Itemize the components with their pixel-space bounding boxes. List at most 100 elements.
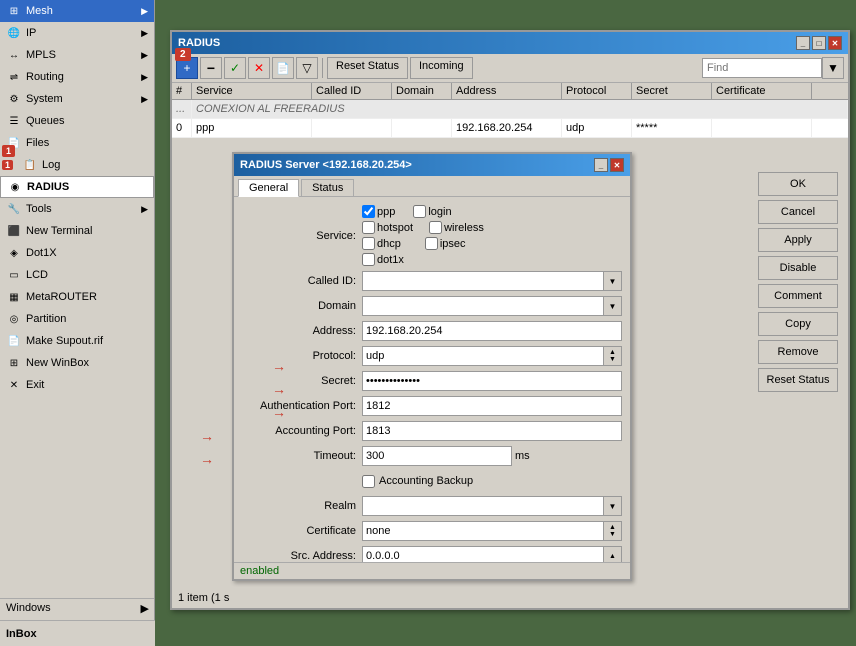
comment-button[interactable]: Comment xyxy=(758,284,838,308)
metarouter-icon: ▦ xyxy=(6,289,22,305)
called-id-input[interactable] xyxy=(362,271,604,291)
mesh-icon: ⊞ xyxy=(6,3,22,19)
dot1x-checkbox[interactable] xyxy=(362,253,375,266)
sidebar-item-exit[interactable]: ✕ Exit xyxy=(0,374,154,396)
sidebar-item-new-terminal[interactable]: ⬛ New Terminal xyxy=(0,220,154,242)
domain-dropdown-btn[interactable]: ▼ xyxy=(604,296,622,316)
sidebar-item-metarouter[interactable]: ▦ MetaROUTER xyxy=(0,286,154,308)
auth-port-input[interactable] xyxy=(362,396,622,416)
tab-status[interactable]: Status xyxy=(301,179,354,196)
find-dropdown-btn[interactable]: ▼ xyxy=(822,57,844,79)
login-label: login xyxy=(428,206,451,218)
inner-titlebar-controls: _ ✕ xyxy=(594,158,624,172)
domain-input[interactable] xyxy=(362,296,604,316)
sidebar-item-new-winbox[interactable]: ⊞ New WinBox xyxy=(0,352,154,374)
sidebar-item-tools[interactable]: 🔧 Tools ▶ xyxy=(0,198,154,220)
close-button[interactable]: ✕ xyxy=(828,36,842,50)
service-row: Service: ppp login xyxy=(242,205,622,266)
reset-status-action-button[interactable]: Reset Status xyxy=(758,368,838,392)
protocol-updown-btn[interactable]: ▲ ▼ xyxy=(604,346,622,366)
realm-input[interactable] xyxy=(362,496,604,516)
remove-action-button[interactable]: Remove xyxy=(758,340,838,364)
tab-general[interactable]: General xyxy=(238,179,299,197)
sidebar-item-radius[interactable]: ◉ RADIUS xyxy=(0,176,154,198)
timeout-input[interactable] xyxy=(362,446,512,466)
check-button[interactable]: ✓ xyxy=(224,57,246,79)
copy-button[interactable]: Copy xyxy=(758,312,838,336)
sidebar-item-mpls[interactable]: ↔ MPLS ▶ xyxy=(0,44,154,66)
acct-port-input[interactable] xyxy=(362,421,622,441)
timeout-unit: ms xyxy=(515,450,530,462)
sidebar-item-queues[interactable]: ☰ Queues xyxy=(0,110,154,132)
windows-arrow-icon: ▶ xyxy=(141,602,149,615)
table-header: # Service Called ID Domain Address Proto… xyxy=(172,83,848,100)
side-action-buttons: OK Cancel Apply Disable Comment Copy Rem… xyxy=(758,172,838,392)
inner-minimize-btn[interactable]: _ xyxy=(594,158,608,172)
col-header-address: Address xyxy=(452,83,562,99)
called-id-dropdown-btn[interactable]: ▼ xyxy=(604,271,622,291)
col-header-num: # xyxy=(172,83,192,99)
realm-dropdown-btn[interactable]: ▼ xyxy=(604,496,622,516)
ppp-checkbox[interactable] xyxy=(362,205,375,218)
ok-button[interactable]: OK xyxy=(758,172,838,196)
address-input[interactable] xyxy=(362,321,622,341)
acct-backup-checkbox[interactable] xyxy=(362,475,375,488)
supout-icon: 📄 xyxy=(6,333,22,349)
sidebar-item-routing[interactable]: ⇌ Routing ▶ xyxy=(0,66,154,88)
acct-backup-row: Accounting Backup xyxy=(242,471,622,491)
reset-status-button[interactable]: Reset Status xyxy=(327,57,408,79)
chevron-right-icon: ▶ xyxy=(141,50,148,61)
server-dialog-titlebar: RADIUS Server <192.168.20.254> _ ✕ xyxy=(234,154,630,176)
inbox-tab[interactable]: InBox xyxy=(0,620,155,646)
acct-backup-checkbox-wrapper: Accounting Backup xyxy=(362,475,473,488)
sidebar-item-log[interactable]: 1 📋 Log xyxy=(0,154,154,176)
called-id-row: Called ID: ▼ xyxy=(242,271,622,291)
dhcp-checkbox[interactable] xyxy=(362,237,375,250)
cancel-button[interactable]: Cancel xyxy=(758,200,838,224)
ipsec-checkbox[interactable] xyxy=(425,237,438,250)
wireless-label: wireless xyxy=(444,222,484,234)
cross-button[interactable]: ✕ xyxy=(248,57,270,79)
chevron-right-icon: ▶ xyxy=(141,28,148,39)
hotspot-checkbox[interactable] xyxy=(362,221,375,234)
maximize-button[interactable]: □ xyxy=(812,36,826,50)
cert-updown-btn[interactable]: ▲ ▼ xyxy=(604,521,622,541)
col-header-domain: Domain xyxy=(392,83,452,99)
table-row[interactable]: 0 ppp 192.168.20.254 udp ***** xyxy=(172,119,848,138)
remove-button[interactable]: − xyxy=(200,57,222,79)
cert-input[interactable] xyxy=(362,521,604,541)
realm-label: Realm xyxy=(242,500,362,512)
row-address: 192.168.20.254 xyxy=(452,119,562,137)
radius-toolbar: + − ✓ ✕ 📄 ▽ Reset Status Incoming ▼ xyxy=(172,54,848,83)
wireless-checkbox[interactable] xyxy=(429,221,442,234)
login-checkbox[interactable] xyxy=(413,205,426,218)
row-domain xyxy=(392,119,452,137)
radius-table: # Service Called ID Domain Address Proto… xyxy=(172,83,848,138)
sidebar-item-mesh[interactable]: ⊞ Mesh ▶ xyxy=(0,0,154,22)
sidebar-item-ip[interactable]: 🌐 IP ▶ xyxy=(0,22,154,44)
page-button[interactable]: 📄 xyxy=(272,57,294,79)
inner-close-btn[interactable]: ✕ xyxy=(610,158,624,172)
apply-button[interactable]: Apply xyxy=(758,228,838,252)
secret-input[interactable] xyxy=(362,371,622,391)
incoming-button[interactable]: Incoming xyxy=(410,57,473,79)
cert-field-wrapper: ▲ ▼ xyxy=(362,521,622,541)
find-input[interactable] xyxy=(702,58,822,78)
called-id-label: Called ID: xyxy=(242,275,362,287)
sidebar-item-files[interactable]: 📄 Files xyxy=(0,132,154,154)
sidebar-item-dot1x[interactable]: ◈ Dot1X xyxy=(0,242,154,264)
sidebar-item-partition[interactable]: ◎ Partition xyxy=(0,308,154,330)
dhcp-label: dhcp xyxy=(377,238,401,250)
protocol-input[interactable] xyxy=(362,346,604,366)
filter-button[interactable]: ▽ xyxy=(296,57,318,79)
service-label: Service: xyxy=(242,230,362,242)
badge-1: 1 xyxy=(2,160,13,170)
tab-bar: General Status xyxy=(234,176,630,197)
minimize-button[interactable]: _ xyxy=(796,36,810,50)
sidebar: ⊞ Mesh ▶ 🌐 IP ▶ ↔ MPLS ▶ ⇌ Routing ▶ ⚙ S… xyxy=(0,0,155,646)
sidebar-item-system[interactable]: ⚙ System ▶ xyxy=(0,88,154,110)
disable-button[interactable]: Disable xyxy=(758,256,838,280)
sidebar-item-lcd[interactable]: ▭ LCD xyxy=(0,264,154,286)
sidebar-item-make-supout[interactable]: 📄 Make Supout.rif xyxy=(0,330,154,352)
col-header-calledid: Called ID xyxy=(312,83,392,99)
